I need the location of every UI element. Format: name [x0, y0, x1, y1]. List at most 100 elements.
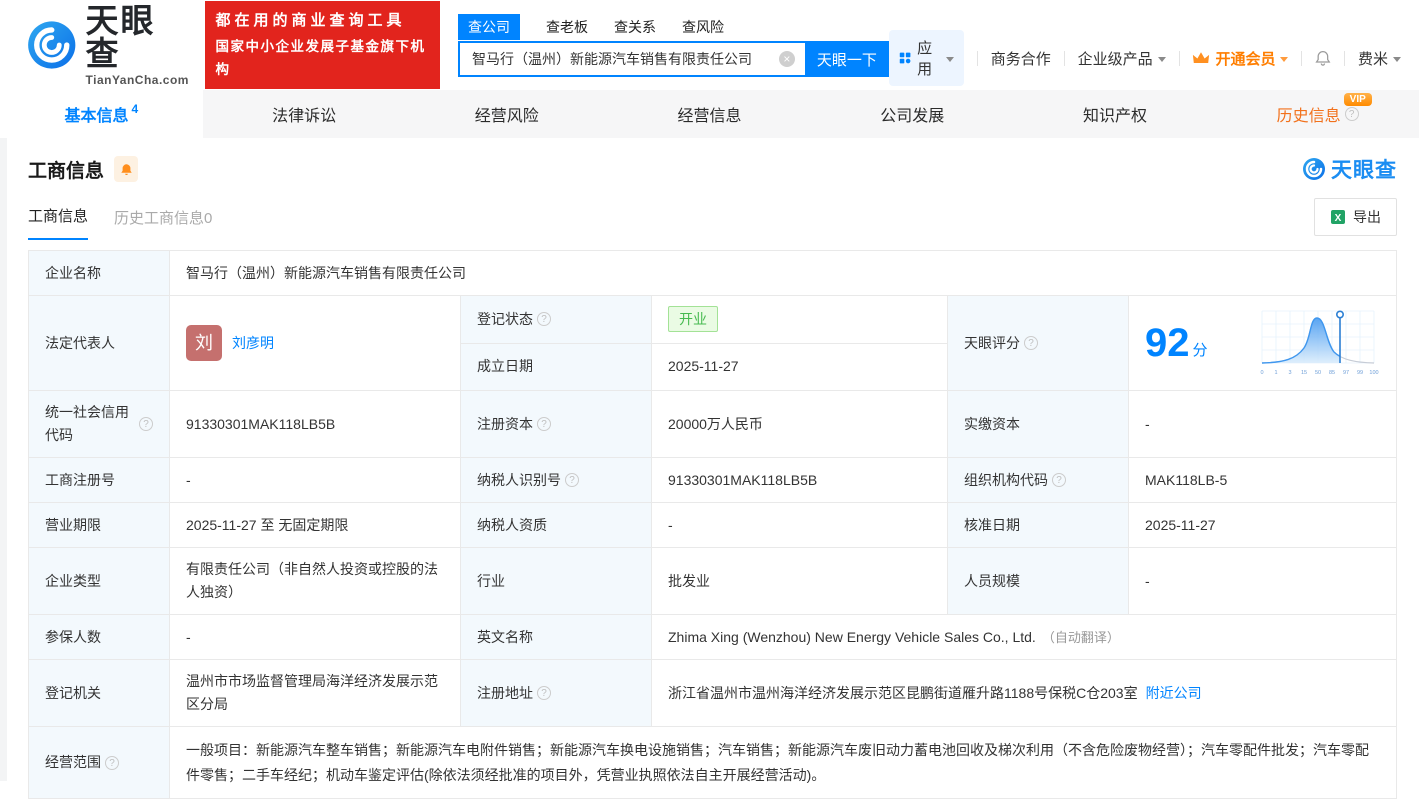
english-name-label: 英文名称	[461, 615, 651, 659]
taxpayer-id-label: 纳税人识别号	[461, 458, 651, 502]
brand-title: 天眼查	[85, 2, 156, 72]
svg-text:100: 100	[1369, 370, 1378, 376]
nav-item-open-membership[interactable]: 开通会员	[1192, 48, 1289, 69]
tab-legal-proceedings[interactable]: 法律诉讼	[203, 90, 406, 138]
app-launcher[interactable]: 应用	[888, 30, 964, 86]
industry-label: 行业	[461, 548, 651, 614]
subtab-business-info[interactable]: 工商信息	[28, 205, 89, 240]
tab-company-development[interactable]: 公司发展	[811, 90, 1014, 138]
tianyancha-swirl-icon	[28, 21, 76, 69]
business-info-table: 企业名称 智马行（温州）新能源汽车销售有限责任公司 法定代表人 刘 刘彦明 登记…	[28, 250, 1397, 799]
approval-date-value: 2025-11-27	[1129, 503, 1396, 547]
help-icon[interactable]	[537, 686, 551, 700]
username-label: 费米	[1357, 50, 1388, 68]
header: 天眼查 TianYanCha.com 都在用的商业查询工具 国家中小企业发展子基…	[0, 0, 1419, 90]
notification-bell-icon[interactable]	[1315, 48, 1331, 68]
avatar[interactable]: 刘	[186, 325, 222, 361]
export-button[interactable]: X 导出	[1314, 198, 1397, 236]
help-icon[interactable]	[537, 417, 551, 431]
reg-number-value: -	[170, 458, 460, 502]
tab-label: 基本信息	[64, 108, 129, 125]
monitor-bell-icon[interactable]	[114, 156, 139, 182]
staff-size-label: 人员规模	[948, 548, 1128, 614]
svg-text:3: 3	[1288, 370, 1291, 376]
search-tab-company[interactable]: 查公司	[458, 14, 520, 40]
help-icon[interactable]	[537, 312, 551, 327]
label-text: 注册资本	[477, 415, 533, 432]
search-button[interactable]: 天眼一下	[804, 41, 889, 77]
help-icon[interactable]	[105, 755, 119, 770]
subtab-label: 历史工商信息	[114, 210, 205, 227]
svg-text:15: 15	[1301, 370, 1307, 376]
nav-label: 企业级产品	[1077, 50, 1153, 68]
help-icon[interactable]	[1024, 336, 1038, 350]
clear-icon[interactable]	[778, 51, 795, 67]
tab-business-info[interactable]: 经营信息	[608, 90, 811, 138]
score-unit: 分	[1192, 341, 1208, 359]
address-label: 注册地址	[461, 660, 651, 726]
divider	[1344, 50, 1345, 66]
svg-text:X: X	[1335, 213, 1342, 224]
score-value-cell: 92 分 0 1 3 15 50 85 97 99 100	[1129, 296, 1396, 390]
reg-number-label: 工商注册号	[29, 458, 169, 502]
search-tabs: 查公司 查老板 查关系 查风险	[458, 13, 889, 41]
tab-operating-risk[interactable]: 经营风险	[405, 90, 608, 138]
help-icon[interactable]	[565, 473, 579, 487]
help-icon[interactable]	[139, 417, 153, 431]
label-text: 纳税人识别号	[477, 471, 561, 488]
svg-text:0: 0	[1260, 370, 1263, 376]
search-tab-risk[interactable]: 查风险	[682, 17, 724, 37]
section-header: 工商信息 天眼查	[28, 154, 1397, 184]
subtab-row: 工商信息 历史工商信息0 X 导出	[28, 198, 1397, 240]
reg-authority-value: 温州市市场监督管理局海洋经济发展示范区分局	[170, 660, 460, 726]
page-left-gutter	[0, 138, 7, 781]
score-value: 92	[1145, 321, 1190, 365]
label-text: 登记状态	[477, 310, 533, 327]
search-tab-boss[interactable]: 查老板	[546, 17, 588, 37]
address-value: 浙江省温州市温州海洋经济发展示范区昆鹏街道雁升路1188号保税C仓203室 附近…	[652, 660, 1396, 726]
taxpayer-quality-label: 纳税人资质	[461, 503, 651, 547]
nearby-companies-link[interactable]: 附近公司	[1146, 682, 1202, 705]
status-date-subgrid: 登记状态 开业 成立日期 2025-11-27	[461, 296, 947, 390]
nav-item-business-cooperation[interactable]: 商务合作	[991, 48, 1051, 69]
divider	[1178, 50, 1180, 66]
search-box	[458, 41, 805, 77]
legal-rep-label: 法定代表人	[29, 296, 169, 390]
help-icon[interactable]	[1052, 473, 1066, 487]
svg-text:50: 50	[1315, 370, 1321, 376]
apps-grid-icon	[899, 52, 911, 64]
watermark-logo: 天眼查	[1302, 154, 1397, 184]
address-text: 浙江省温州市温州海洋经济发展示范区昆鹏街道雁升路1188号保税C仓203室	[668, 684, 1138, 701]
paid-capital-label: 实缴资本	[948, 391, 1128, 457]
reg-authority-label: 登记机关	[29, 660, 169, 726]
business-scope-value: 一般项目：新能源汽车整车销售；新能源汽车电附件销售；新能源汽车换电设施销售；汽车…	[170, 727, 1396, 798]
tab-history-info[interactable]: VIP 历史信息	[1216, 90, 1419, 138]
company-name-label: 企业名称	[29, 251, 169, 295]
reg-capital-value: 20000万人民币	[652, 391, 947, 457]
page: { "brand": { "name": "天眼查", "domain": "T…	[0, 0, 1419, 799]
promo-line-1: 都在用的商业查询工具	[215, 12, 406, 30]
english-name-text: Zhima Xing (Wenzhou) New Energy Vehicle …	[668, 628, 1036, 645]
establish-date-value: 2025-11-27	[652, 343, 947, 390]
legal-rep-link[interactable]: 刘彦明	[232, 332, 274, 355]
nav-label: 开通会员	[1215, 50, 1276, 68]
help-icon[interactable]	[1344, 107, 1359, 121]
company-type-label: 企业类型	[29, 548, 169, 614]
subtab-history-business-info[interactable]: 历史工商信息0	[114, 207, 212, 240]
search-tab-relation[interactable]: 查关系	[614, 17, 656, 37]
tab-label: 经营信息	[677, 108, 742, 125]
insured-value: -	[170, 615, 460, 659]
nav-item-username[interactable]: 费米	[1358, 48, 1401, 69]
credit-code-value: 91330301MAK118LB5B	[170, 391, 460, 457]
search-input[interactable]	[460, 43, 805, 75]
business-scope-label: 经营范围	[29, 727, 169, 798]
tab-basic-info[interactable]: 基本信息 4	[0, 90, 203, 138]
search-area: 查公司 查老板 查关系 查风险 天眼一下	[458, 13, 889, 77]
crown-icon	[1193, 51, 1210, 63]
tab-intellectual-property[interactable]: 知识产权	[1014, 90, 1217, 138]
nav-item-enterprise-products[interactable]: 企业级产品	[1078, 48, 1166, 69]
tab-label: 历史信息	[1276, 108, 1341, 125]
watermark-text: 天眼查	[1331, 159, 1397, 182]
search-row: 天眼一下	[458, 41, 889, 77]
brand-logo[interactable]: 天眼查 TianYanCha.com	[26, 4, 189, 86]
